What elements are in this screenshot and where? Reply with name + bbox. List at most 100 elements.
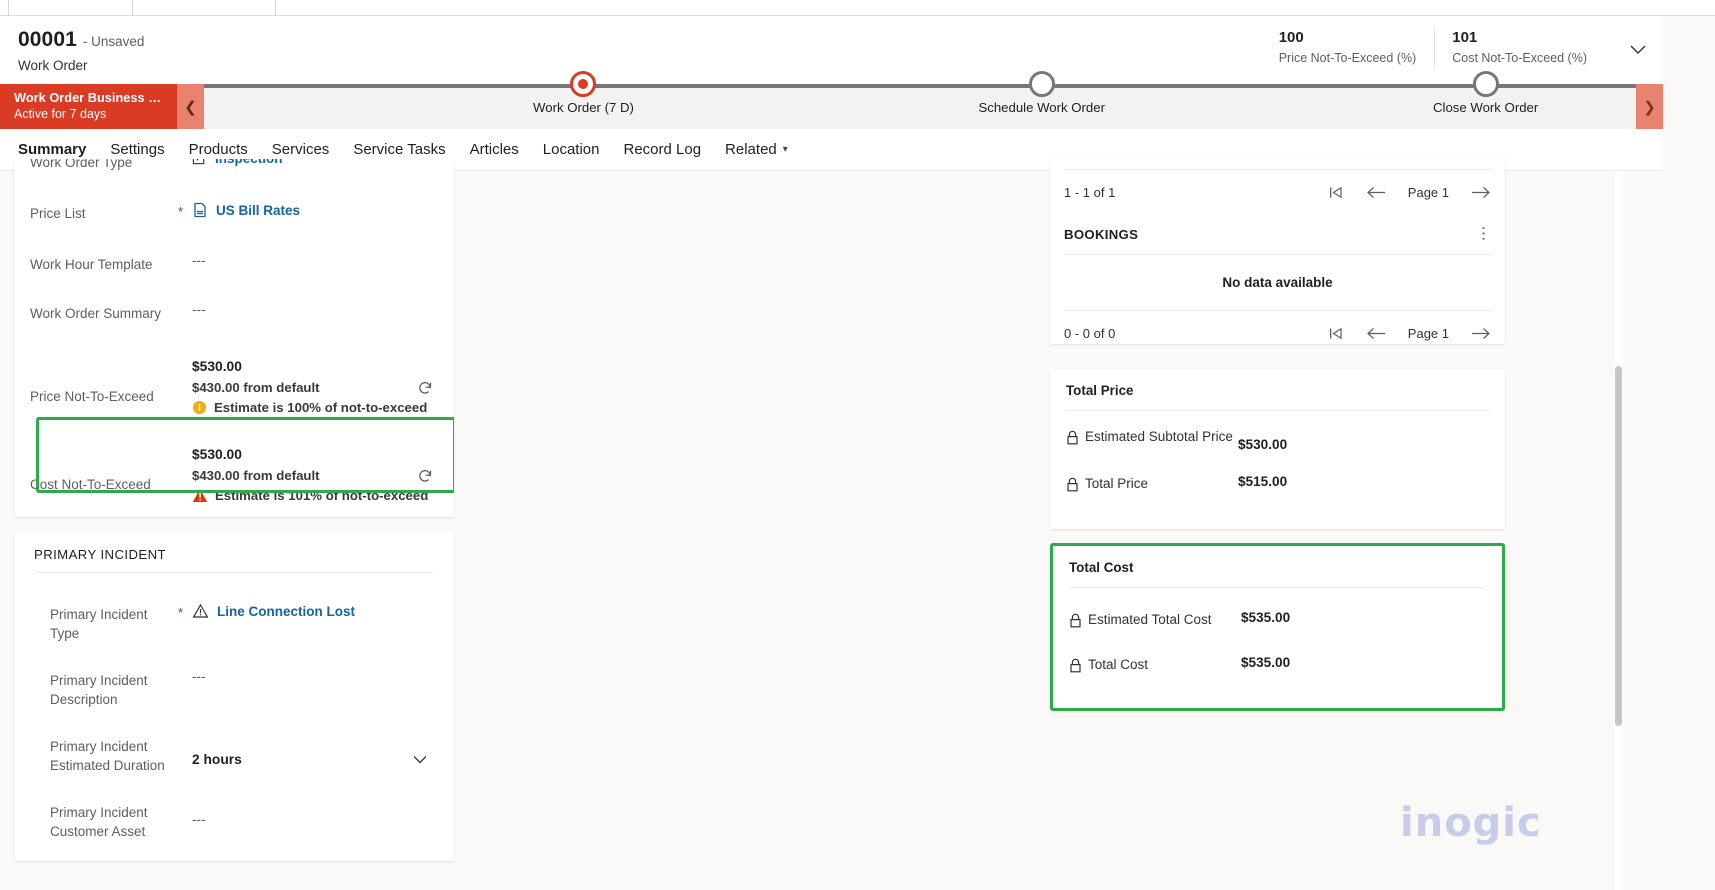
first-page-icon[interactable] [1329,186,1344,199]
tab-label: Products [188,141,248,158]
field-row-primary-incident-description[interactable]: Primary Incident Description --- [14,669,454,709]
field-value-primary-incident-customer-asset[interactable]: --- [192,801,438,827]
field-value-work-order-summary[interactable]: --- [192,302,438,317]
field-link-text: Inspection [215,159,283,166]
chrome-divider [8,0,9,16]
field-row-price-not-to-exceed[interactable]: Price Not-To-Exceed $530.00 $430.00 from… [14,359,454,415]
price-not-to-exceed-status-text: Estimate is 100% of not-to-exceed [214,400,428,415]
field-required-marker [178,386,192,388]
field-row-work-order-type[interactable]: Work Order Type Inspection [14,159,454,172]
field-value-work-hour-template[interactable]: --- [192,253,438,268]
field-label: Primary Incident Type [50,607,148,641]
tab-location[interactable]: Location [543,129,600,171]
tab-label: Location [542,141,600,158]
header-field-label: Price Not-To-Exceed (%) [1278,51,1417,65]
tab-label: Record Log [623,141,702,158]
form-scrollbar-track[interactable] [1614,171,1623,890]
total-cost-row-estimated: Estimated Total Cost $535.00 [1053,610,1502,629]
total-price-row-total: Total Price $515.00 [1050,474,1505,493]
primary-incident-section-title: PRIMARY INCIDENT [34,547,166,562]
bpf-stage-node-work-order[interactable] [570,71,597,97]
business-process-flow: Work Order Business Pro... Active for 7 … [0,71,1663,129]
total-price-amount: $530.00 [1238,437,1288,452]
field-required-marker [178,253,192,255]
total-price-label-group: Total Price [1066,474,1238,493]
field-row-primary-incident-type[interactable]: Primary Incident Type * Line Connection … [14,603,454,643]
price-not-to-exceed-status: Estimate is 100% of not-to-exceed [192,400,438,415]
price-not-to-exceed-amount[interactable]: $530.00 [192,359,438,374]
first-page-icon[interactable] [1329,327,1344,340]
chevron-left-icon[interactable]: ❮ [177,84,204,129]
previous-page-icon[interactable] [1366,186,1386,199]
field-row-work-order-summary[interactable]: Work Order Summary --- [14,302,454,323]
field-label: Work Order Summary [30,306,162,321]
inogic-watermark: inogic [1400,800,1542,846]
bpf-node-circle [1028,71,1055,97]
total-price-title: Total Price [1066,383,1134,398]
tab-articles[interactable]: Articles [470,129,519,171]
bpf-stage-node-schedule[interactable] [1028,71,1055,97]
lock-icon [1066,427,1079,445]
service-tasks-pager: 1 - 1 of 1 Page 1 [1050,170,1505,214]
price-not-to-exceed-default-note: $430.00 from default [192,380,320,395]
cost-not-to-exceed-status-text: Estimate is 101% of not-to-exceed [215,488,429,503]
field-row-cost-not-to-exceed[interactable]: Cost Not-To-Exceed $530.00 $430.00 from … [14,447,454,503]
field-value-price-list[interactable]: US Bill Rates [192,202,438,218]
bpf-active-stage[interactable]: Work Order Business Pro... Active for 7 … [0,84,177,129]
previous-page-icon[interactable] [1366,327,1386,340]
cost-not-to-exceed-default-note: $430.00 from default [192,468,320,483]
bpf-stage-label-work-order: Work Order (7 D) [533,100,634,115]
chrome-divider [275,0,276,16]
bpf-process-subtitle: Active for 7 days [14,107,107,121]
bpf-node-circle [1472,71,1499,97]
field-value-price-not-to-exceed-group: $530.00 $430.00 from default Estimate is… [192,359,438,415]
header-fields: 100 Price Not-To-Exceed (%) 101 Cost Not… [1261,28,1605,67]
next-page-icon[interactable] [1471,186,1491,199]
tab-related[interactable]: Related ▾ [725,129,788,171]
header-field-price-nte[interactable]: 100 Price Not-To-Exceed (%) [1261,28,1435,67]
cost-not-to-exceed-amount[interactable]: $530.00 [192,447,438,462]
field-label: Work Hour Template [30,257,153,272]
chrome-divider [132,0,133,16]
field-value-work-order-type[interactable]: Inspection [192,159,438,166]
tab-label: Related [725,141,777,158]
info-icon [192,400,207,415]
record-header: 00001 - Unsaved Work Order 100 Price Not… [0,16,1663,84]
field-row-work-hour-template[interactable]: Work Hour Template --- [14,253,454,274]
chevron-down-icon[interactable] [410,749,430,769]
lock-icon [1069,610,1082,628]
expand-header-chevron-down-icon[interactable] [1627,38,1649,60]
field-label: Work Order Type [30,159,133,170]
field-required-marker [178,669,192,671]
tab-record-log[interactable]: Record Log [623,129,701,171]
total-price-row-estimated-subtotal: Estimated Subtotal Price $530.00 [1050,427,1505,452]
next-page-icon[interactable] [1471,327,1491,340]
header-field-label: Cost Not-To-Exceed (%) [1452,51,1587,65]
section-divider [34,572,434,573]
bookings-title: BOOKINGS [1064,226,1139,242]
field-row-primary-incident-customer-asset[interactable]: Primary Incident Customer Asset --- [14,801,454,841]
total-cost-label-group: Total Cost [1069,655,1241,674]
header-field-cost-nte[interactable]: 101 Cost Not-To-Exceed (%) [1434,28,1605,67]
field-link-text: Line Connection Lost [217,603,355,619]
chevron-right-icon[interactable]: ❯ [1636,84,1663,129]
bpf-process-title: Work Order Business Pro... [14,90,165,105]
bpf-progress-line [204,84,1636,88]
field-row-primary-incident-duration[interactable]: Primary Incident Estimated Duration 2 ho… [14,735,454,775]
field-value-primary-incident-type[interactable]: Line Connection Lost [192,603,438,619]
field-row-price-list[interactable]: Price List * US Bill Rates [14,202,454,223]
unsaved-status: - Unsaved [82,34,145,49]
field-value-primary-incident-description[interactable]: --- [192,669,438,684]
total-price-label: Total Price [1085,476,1149,491]
total-cost-card: Total Cost Estimated Total Cost $535.00 [1050,543,1505,711]
field-value-primary-incident-duration[interactable]: 2 hours [192,744,438,767]
bpf-stage-node-close[interactable] [1472,71,1499,97]
refresh-icon[interactable] [416,467,434,485]
form-scrollbar-thumb[interactable] [1615,366,1622,726]
field-label: Primary Incident Estimated Duration [50,739,165,773]
bookings-header: BOOKINGS ⋯ [1050,214,1505,254]
refresh-icon[interactable] [416,379,434,397]
header-field-value: 101 [1452,29,1478,46]
form-body: Work Order Type Inspection Price List * [0,157,1663,890]
more-options-icon[interactable]: ⋯ [1475,226,1492,243]
